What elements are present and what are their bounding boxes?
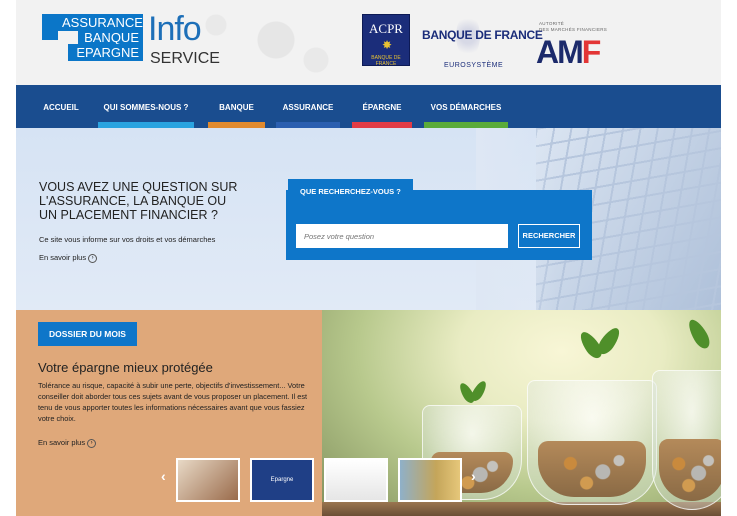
- main-nav: ACCUEIL QUI SOMMES-NOUS ? BANQUE ASSURAN…: [16, 85, 721, 128]
- carousel-thumb-4[interactable]: [398, 458, 462, 502]
- chevron-right-icon: ›: [87, 438, 97, 448]
- page: ASSURANCE BANQUE EPARGNE Info SERVICE AC…: [16, 0, 721, 516]
- hero-more-label: En savoir plus: [39, 253, 87, 262]
- nav-label: ASSURANCE: [282, 103, 334, 112]
- site-logo[interactable]: ASSURANCE BANQUE EPARGNE Info SERVICE: [42, 10, 220, 72]
- carousel-prev-button[interactable]: ‹: [161, 468, 166, 484]
- table-surface: [322, 502, 721, 516]
- amf-caption: AUTORITÉ DES MARCHÉS FINANCIERS: [539, 21, 607, 33]
- amf-logo-f: F: [581, 34, 601, 70]
- chevron-right-icon: ›: [88, 253, 98, 263]
- nav-item-qui-sommes-nous[interactable]: QUI SOMMES-NOUS ?: [98, 85, 194, 128]
- dossier-title[interactable]: Votre épargne mieux protégée: [38, 360, 213, 375]
- nav-item-epargne[interactable]: ÉPARGNE: [352, 85, 412, 128]
- dossier-more-link[interactable]: En savoir plus ›: [38, 438, 97, 448]
- dossier-more-label: En savoir plus: [38, 438, 86, 447]
- plant-leaf-icon: [684, 316, 714, 352]
- carousel-thumb-1[interactable]: [176, 458, 240, 502]
- logo-service: SERVICE: [150, 50, 220, 67]
- nav-item-banque[interactable]: BANQUE: [208, 85, 265, 128]
- nav-label: VOS DÉMARCHES: [430, 103, 502, 112]
- acpr-title: ACPR: [369, 21, 403, 36]
- jar-2: [527, 380, 657, 505]
- carousel-thumb-2[interactable]: Epargne: [250, 458, 314, 502]
- logo-line-epargne: EPARGNE: [68, 44, 143, 61]
- nav-item-accueil[interactable]: ACCUEIL: [38, 85, 84, 128]
- amf-caption-line2: DES MARCHÉS FINANCIERS: [539, 27, 608, 32]
- logo-bar: [42, 14, 58, 40]
- amf-logo[interactable]: AMF: [536, 34, 601, 71]
- acpr-logo[interactable]: ACPR ✸ BANQUE DE FRANCE: [362, 14, 410, 67]
- hero-more-link[interactable]: En savoir plus ›: [39, 253, 98, 263]
- carousel-thumb-3[interactable]: [324, 458, 388, 502]
- acpr-subtitle: BANQUE DE FRANCE: [371, 55, 401, 67]
- nav-label: BANQUE: [219, 103, 254, 112]
- bdf-logo[interactable]: BANQUE DE FRANCE: [422, 28, 543, 42]
- nav-label: QUI SOMMES-NOUS ?: [103, 103, 189, 112]
- search-button[interactable]: RECHERCHER: [518, 224, 580, 248]
- logo-info: Info: [148, 10, 202, 48]
- search-box: QUE RECHERCHEZ-VOUS ? RECHERCHER: [286, 179, 592, 260]
- dossier-text: Tolérance au risque, capacité à subir un…: [38, 381, 308, 423]
- jar-3: [652, 370, 721, 510]
- bdf-subtitle: EUROSYSTÈME: [444, 62, 504, 69]
- hero-subtitle: Ce site vous informe sur vos droits et v…: [39, 235, 216, 244]
- search-tab: QUE RECHERCHEZ-VOUS ?: [288, 179, 413, 201]
- nav-item-vos-demarches[interactable]: VOS DÉMARCHES: [424, 85, 508, 128]
- site-header: ASSURANCE BANQUE EPARGNE Info SERVICE AC…: [16, 0, 721, 85]
- carousel-next-button[interactable]: ›: [471, 468, 476, 484]
- nav-item-assurance[interactable]: ASSURANCE: [276, 85, 340, 128]
- search-input[interactable]: [296, 224, 508, 248]
- acpr-star-icon: ✸: [382, 38, 393, 52]
- plant-leaf-icon: [594, 324, 624, 358]
- nav-label: ACCUEIL: [43, 103, 79, 112]
- hero-section: VOUS AVEZ UNE QUESTION SUR L'ASSURANCE, …: [16, 128, 721, 310]
- plant-leaf-icon: [469, 378, 489, 404]
- amf-logo-main: AM: [536, 34, 584, 70]
- dossier-badge: DOSSIER DU MOIS: [38, 322, 137, 346]
- hero-title: VOUS AVEZ UNE QUESTION SUR L'ASSURANCE, …: [39, 180, 238, 222]
- nav-label: ÉPARGNE: [362, 103, 402, 112]
